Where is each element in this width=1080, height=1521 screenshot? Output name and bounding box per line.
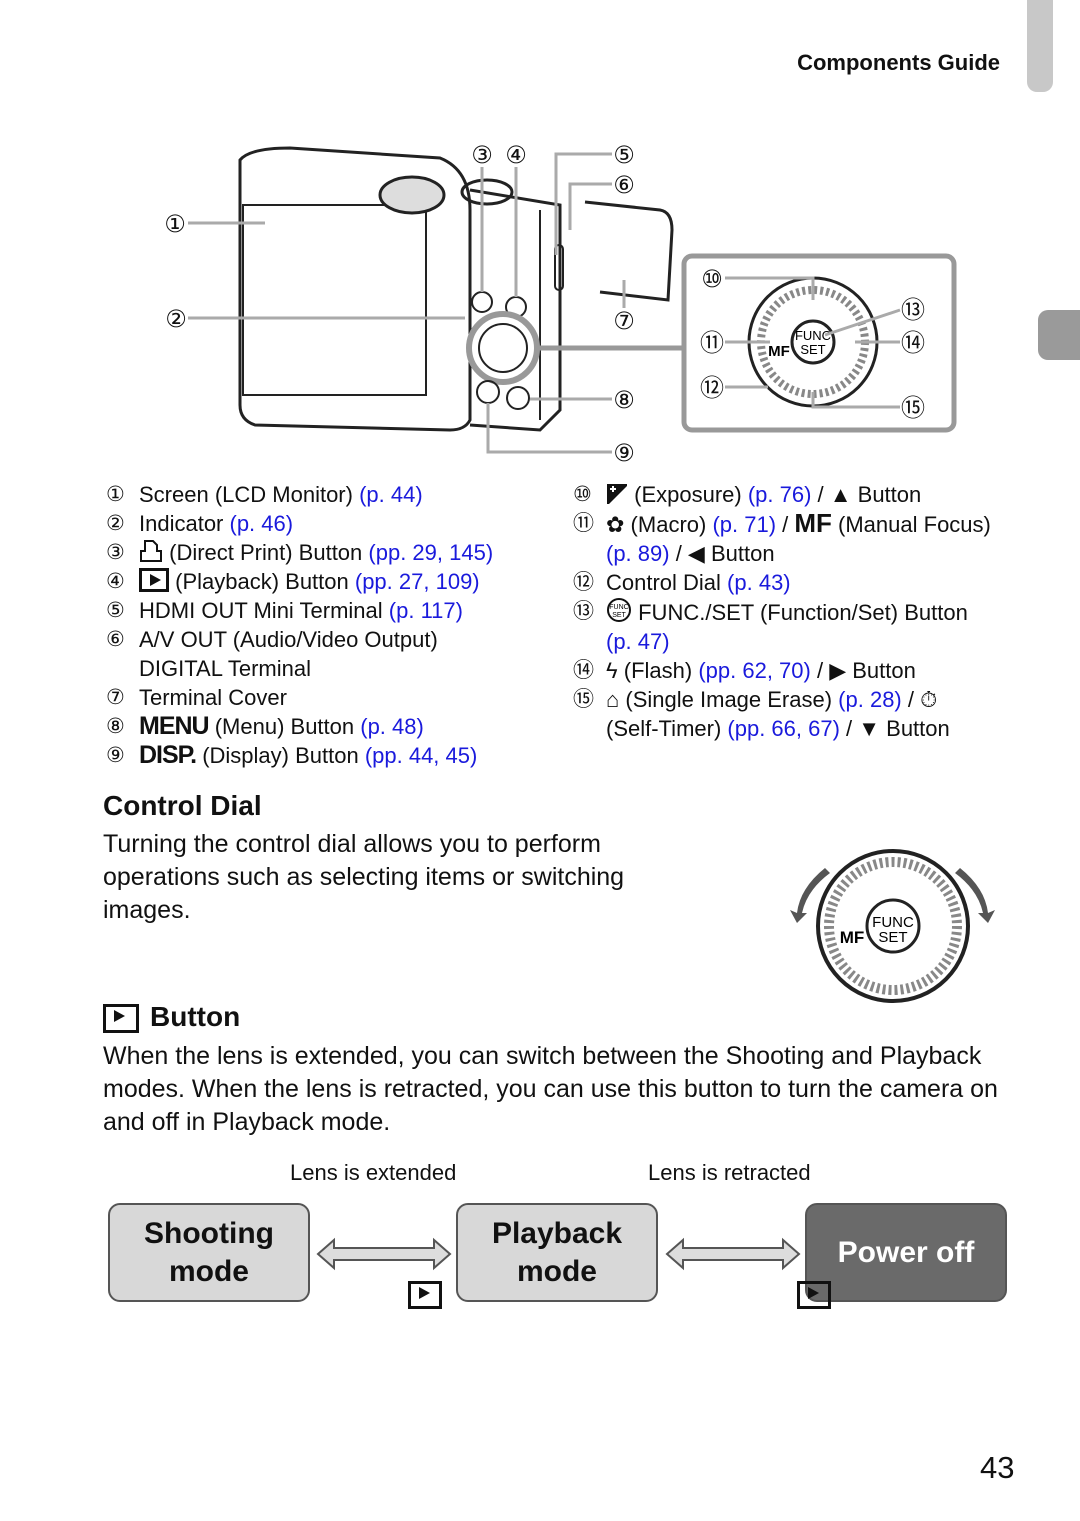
set-label: SET bbox=[878, 929, 907, 946]
func-set-icon: FUNCSET bbox=[607, 598, 631, 622]
list-item-continued: (p. 89) / ◀ Button bbox=[606, 541, 775, 566]
list-item: ⑧ MENU (Menu) Button (p. 48) bbox=[106, 712, 424, 740]
list-item: ⑬ FUNC SET FUNC./SET (Function/Set) Button bbox=[573, 597, 991, 627]
page-link[interactable]: (p. 46) bbox=[230, 511, 294, 536]
page-link[interactable]: (p. 117) bbox=[389, 598, 463, 623]
callout-4: ④ bbox=[505, 141, 527, 169]
mf-label: MF bbox=[768, 343, 790, 360]
set-label: SET bbox=[800, 342, 825, 357]
playback-mode-box: Playback mode bbox=[456, 1203, 658, 1302]
callout-12: ⑫ bbox=[700, 374, 724, 402]
page-link[interactable]: (p. 28) bbox=[838, 687, 902, 712]
button-heading: Button bbox=[150, 1001, 241, 1032]
page-tab bbox=[1027, 0, 1053, 92]
page-link[interactable]: (pp. 62, 70) bbox=[698, 658, 811, 683]
callout-10: ⑩ bbox=[701, 265, 723, 293]
list-item: ④ (Playback) Button (pp. 27, 109) bbox=[106, 568, 480, 594]
list-item: ⑤ HDMI OUT Mini Terminal (p. 117) bbox=[106, 598, 463, 623]
components-list-right: ⑩ (Exposure) (p. 76) / ▲ Button ⑪ ✿ (Macr… bbox=[573, 480, 991, 743]
mf-label: MF bbox=[840, 928, 865, 947]
list-item: ⑨ DISP. (Display) Button (pp. 44, 45) bbox=[106, 741, 478, 769]
page-link[interactable]: (pp. 66, 67) bbox=[727, 716, 840, 741]
print-icon bbox=[140, 540, 162, 562]
erase-icon: ⌂ bbox=[606, 687, 620, 712]
page-link[interactable]: (pp. 29, 145) bbox=[368, 540, 493, 565]
callout-13: ⑬ bbox=[901, 296, 925, 324]
callout-15: ⑮ bbox=[901, 394, 925, 422]
shooting-mode-box: Shooting mode bbox=[108, 1203, 310, 1302]
svg-text:FUNC: FUNC bbox=[609, 604, 628, 611]
flash-icon: ϟ bbox=[606, 658, 618, 683]
exposure-icon bbox=[607, 484, 627, 504]
callout-1: ① bbox=[164, 210, 186, 238]
list-item: ③ (Direct Print) Button (pp. 29, 145) bbox=[106, 540, 494, 565]
double-arrow-icon bbox=[316, 1237, 452, 1271]
components-list-left: ① Screen (LCD Monitor) (p. 44) ② Indicator… bbox=[106, 480, 494, 770]
page-link[interactable]: (p. 71) bbox=[712, 512, 776, 537]
disp-icon: DISP. bbox=[139, 741, 197, 769]
page-link[interactable]: (p. 43) bbox=[727, 570, 791, 595]
callout-8: ⑧ bbox=[613, 386, 635, 414]
page-link[interactable]: (p. 48) bbox=[360, 714, 424, 739]
list-item: ⑩ (Exposure) (p. 76) / ▲ Button bbox=[573, 482, 922, 507]
macro-icon: ✿ bbox=[606, 512, 625, 537]
list-item: ⑦ Terminal Cover bbox=[106, 685, 287, 710]
callout-6: ⑥ bbox=[613, 171, 635, 199]
list-item: ⑪ ✿ (Macro) (p. 71) / MF (Manual Focus) bbox=[573, 508, 991, 538]
power-off-box: Power off bbox=[805, 1203, 1007, 1302]
label-lens-retracted: Lens is retracted bbox=[648, 1160, 811, 1185]
camera-diagram: FUNC SET MF ① ② ③ ④ ⑤ ⑥ ⑦ ⑧ ⑨ ⑩ ⑪ ⑫ ⑬ ⑭ … bbox=[164, 141, 957, 467]
callout-11: ⑪ bbox=[700, 329, 724, 357]
playback-icon bbox=[408, 1281, 443, 1309]
page-link[interactable]: (p. 47) bbox=[606, 629, 670, 654]
list-item: ② Indicator (p. 46) bbox=[106, 511, 294, 536]
callout-3: ③ bbox=[471, 141, 493, 169]
svg-text:SET: SET bbox=[612, 612, 626, 619]
callout-7: ⑦ bbox=[613, 307, 635, 335]
double-arrow-icon bbox=[665, 1237, 801, 1271]
page-link[interactable]: (pp. 27, 109) bbox=[355, 569, 480, 594]
list-item: ⑭ϟ (Flash) (pp. 62, 70) / ▶ Button bbox=[573, 658, 916, 683]
self-timer-icon: ⏱ bbox=[920, 687, 938, 712]
button-body: When the lens is extended, you can switc… bbox=[103, 1042, 998, 1136]
callout-9: ⑨ bbox=[613, 439, 635, 467]
playback-icon bbox=[103, 1004, 139, 1033]
list-item: ⑮ ⌂ (Single Image Erase) (p. 28) / ⏱ bbox=[573, 687, 938, 712]
control-dial-body: Turning the control dial allows you to p… bbox=[103, 830, 625, 924]
mf-icon: MF bbox=[794, 508, 832, 538]
list-item: ⑥ A/V OUT (Audio/Video Output) bbox=[106, 627, 438, 652]
page-link[interactable]: (p. 89) bbox=[606, 541, 670, 566]
list-item: ① Screen (LCD Monitor) (p. 44) bbox=[106, 482, 423, 507]
callout-2: ② bbox=[165, 305, 187, 333]
callout-5: ⑤ bbox=[613, 141, 635, 169]
menu-icon: MENU bbox=[139, 712, 210, 740]
page-link[interactable]: (p. 76) bbox=[748, 482, 812, 507]
control-dial-illustration: FUNC SET MF bbox=[790, 849, 995, 1003]
page-link[interactable]: (pp. 44, 45) bbox=[365, 743, 478, 768]
list-item-continued: DIGITAL Terminal bbox=[139, 656, 311, 681]
playback-icon bbox=[796, 1281, 831, 1309]
section-title: Components Guide bbox=[797, 50, 1000, 75]
list-item-continued: (p. 47) bbox=[606, 627, 991, 656]
list-item: ⑫ Control Dial (p. 43) bbox=[573, 570, 791, 595]
playback-icon bbox=[139, 568, 169, 592]
callout-14: ⑭ bbox=[901, 329, 925, 357]
control-dial-heading: Control Dial bbox=[103, 790, 262, 821]
list-item-continued: (Self-Timer) (pp. 66, 67) / ▼ Button bbox=[606, 716, 950, 741]
page-number: 43 bbox=[980, 1450, 1015, 1485]
label-lens-extended: Lens is extended bbox=[290, 1160, 457, 1185]
page-link[interactable]: (p. 44) bbox=[359, 482, 423, 507]
